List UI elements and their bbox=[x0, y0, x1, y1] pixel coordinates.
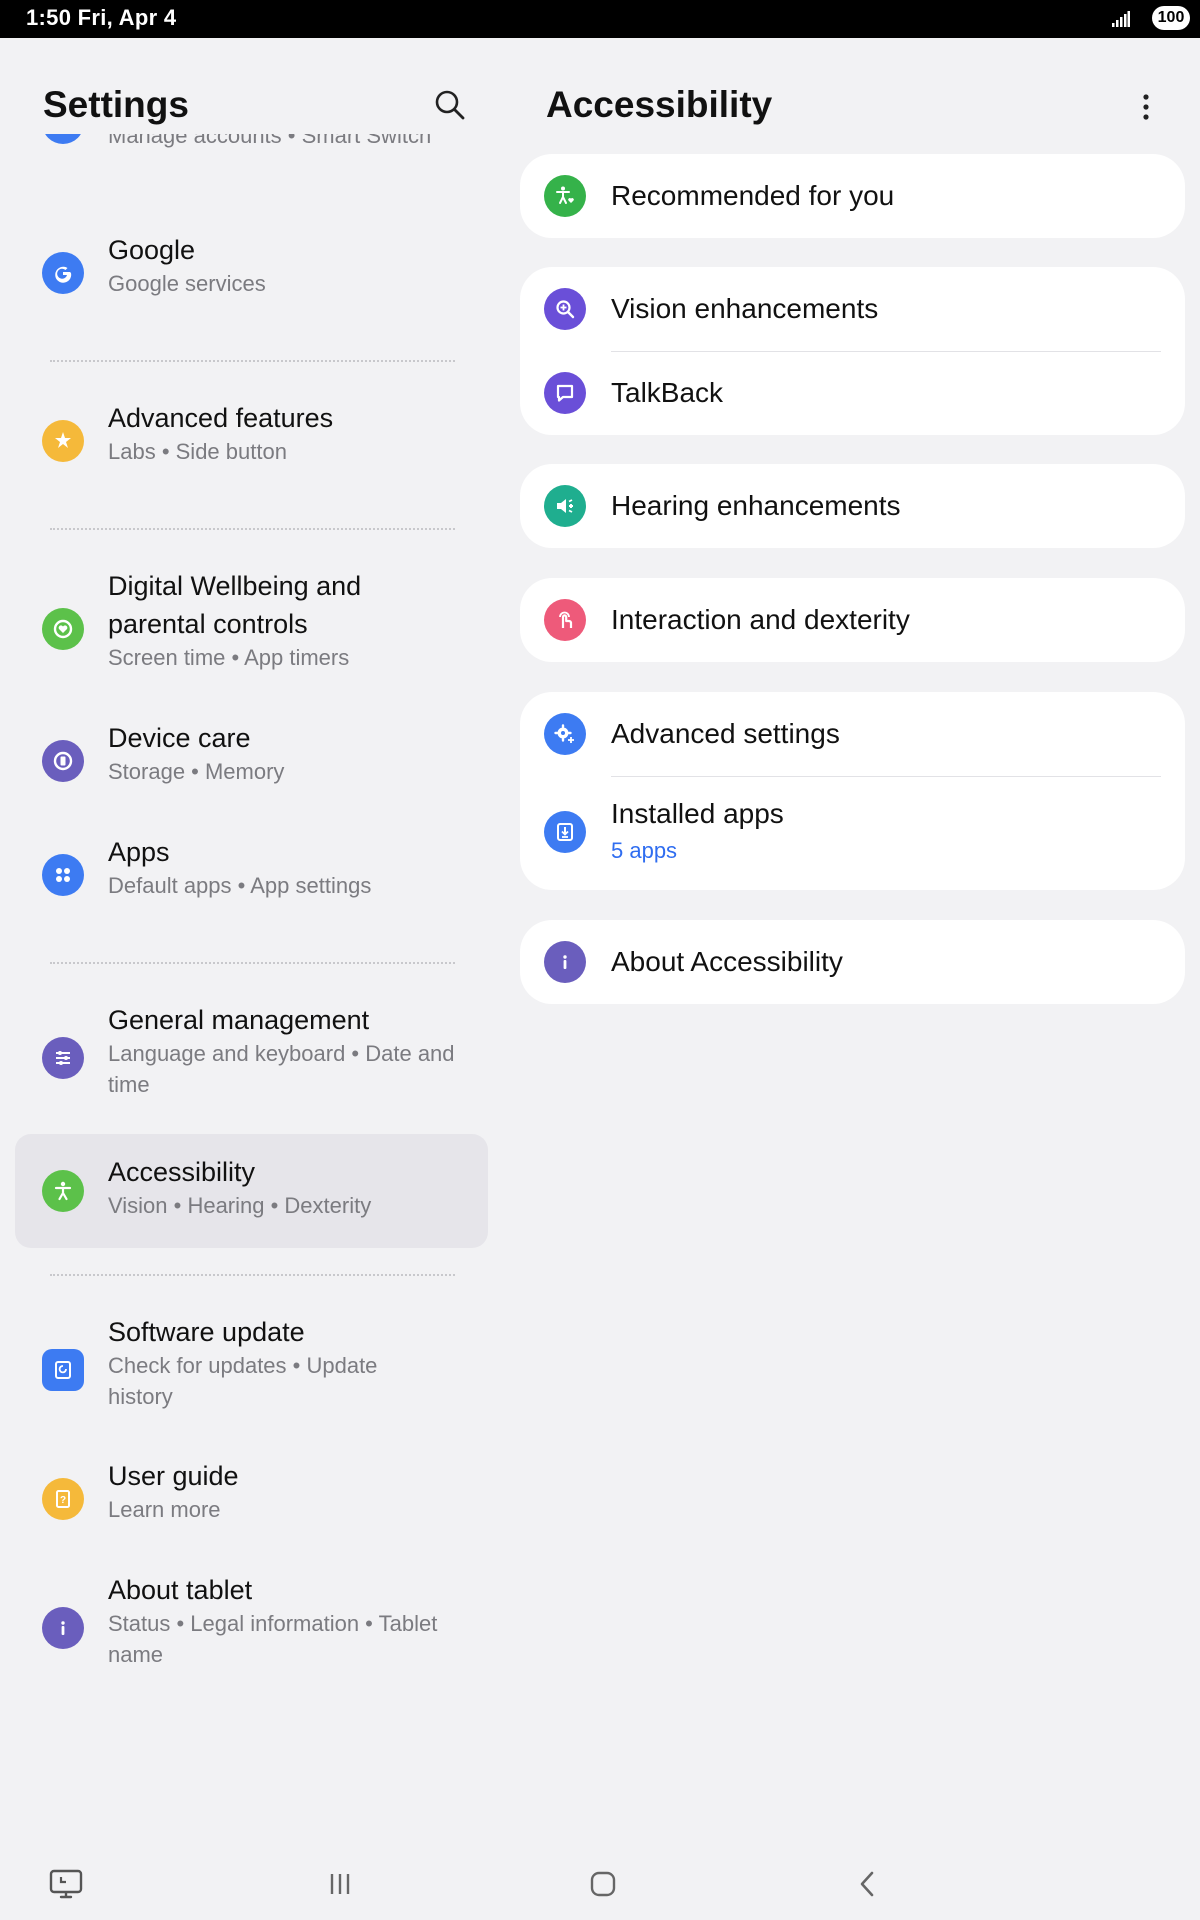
card-about: About Accessibility bbox=[520, 920, 1185, 1004]
settings-item-software-update[interactable]: Software update Check for updates • Upda… bbox=[15, 1306, 488, 1436]
home-icon[interactable] bbox=[583, 1866, 623, 1902]
row-label: Installed apps bbox=[611, 798, 784, 829]
advanced-features-icon bbox=[42, 420, 84, 462]
settings-item-subtitle: Language and keyboard • Date and time bbox=[108, 1041, 455, 1097]
advanced-settings-icon bbox=[544, 713, 586, 755]
hearing-icon bbox=[544, 485, 586, 527]
apps-icon bbox=[42, 854, 84, 896]
settings-item-accounts[interactable]: Manage accounts • Smart Switch bbox=[15, 134, 488, 204]
section-divider bbox=[50, 962, 455, 964]
screenshot-icon[interactable] bbox=[46, 1866, 86, 1902]
row-label: Interaction and dexterity bbox=[611, 604, 910, 635]
signal-icon bbox=[1112, 11, 1130, 27]
settings-item-subtitle: Storage • Memory bbox=[108, 759, 285, 784]
settings-item-title: Accessibility bbox=[108, 1157, 256, 1187]
row-about-accessibility[interactable]: About Accessibility bbox=[520, 920, 1185, 1004]
settings-item-subtitle: Default apps • App settings bbox=[108, 873, 372, 898]
status-bar: 1:50 Fri, Apr 4 100 bbox=[0, 0, 1200, 38]
settings-item-title: User guide bbox=[108, 1461, 239, 1491]
settings-item-subtitle: Google services bbox=[108, 271, 266, 296]
settings-item-subtitle: Manage accounts • Smart Switch bbox=[108, 134, 432, 148]
settings-item-title: Digital Wellbeing and parental controls bbox=[108, 571, 362, 639]
settings-item-about-tablet[interactable]: About tablet Status • Legal information … bbox=[15, 1564, 488, 1694]
back-icon[interactable] bbox=[847, 1866, 887, 1902]
row-sublabel: 5 apps bbox=[611, 838, 678, 863]
settings-list: Manage accounts • Smart Switch Google Go… bbox=[0, 134, 500, 1834]
row-installed-apps[interactable]: Installed apps 5 apps bbox=[520, 776, 1185, 890]
about-accessibility-icon bbox=[544, 941, 586, 983]
section-divider bbox=[50, 1274, 455, 1276]
settings-item-user-guide[interactable]: ? User guide Learn more bbox=[15, 1450, 488, 1550]
search-icon[interactable] bbox=[433, 88, 467, 122]
settings-item-apps[interactable]: Apps Default apps • App settings bbox=[15, 826, 488, 926]
row-recommended-for-you[interactable]: Recommended for you bbox=[520, 154, 1185, 238]
interaction-icon bbox=[544, 599, 586, 641]
settings-item-device-care[interactable]: Device care Storage • Memory bbox=[15, 712, 488, 812]
settings-item-title: General management bbox=[108, 1005, 370, 1035]
user-guide-icon: ? bbox=[42, 1478, 84, 1520]
more-options-icon[interactable] bbox=[1140, 90, 1152, 124]
row-interaction-and-dexterity[interactable]: Interaction and dexterity bbox=[520, 578, 1185, 662]
accessibility-icon bbox=[42, 1170, 84, 1212]
google-icon bbox=[42, 252, 84, 294]
settings-item-subtitle: Labs • Side button bbox=[108, 439, 287, 464]
card-recommended: Recommended for you bbox=[520, 154, 1185, 238]
row-talkback[interactable]: TalkBack bbox=[520, 351, 1185, 435]
card-hearing: Hearing enhancements bbox=[520, 464, 1185, 548]
row-hearing-enhancements[interactable]: Hearing enhancements bbox=[520, 464, 1185, 548]
card-interaction: Interaction and dexterity bbox=[520, 578, 1185, 662]
status-time: 1:50 Fri, Apr 4 bbox=[26, 5, 177, 30]
settings-item-subtitle: Check for updates • Update history bbox=[108, 1353, 378, 1409]
software-update-icon bbox=[42, 1349, 84, 1391]
row-label: TalkBack bbox=[611, 377, 724, 408]
settings-item-accessibility[interactable]: Accessibility Vision • Hearing • Dexteri… bbox=[15, 1134, 488, 1248]
accessibility-title: Accessibility bbox=[546, 84, 773, 125]
row-label: Advanced settings bbox=[611, 718, 840, 749]
accounts-icon bbox=[42, 134, 84, 144]
navigation-bar bbox=[0, 1848, 1200, 1920]
settings-item-advanced-features[interactable]: Advanced features Labs • Side button bbox=[15, 392, 488, 492]
settings-item-digital-wellbeing[interactable]: Digital Wellbeing and parental controls … bbox=[15, 560, 488, 700]
settings-item-title: Google bbox=[108, 235, 196, 265]
row-label: Vision enhancements bbox=[611, 293, 879, 324]
vision-icon bbox=[544, 288, 586, 330]
settings-item-title: Device care bbox=[108, 723, 251, 753]
wellbeing-icon bbox=[42, 608, 84, 650]
installed-apps-icon bbox=[544, 811, 586, 853]
section-divider bbox=[50, 528, 455, 530]
general-management-icon bbox=[42, 1037, 84, 1079]
settings-item-subtitle: Screen time • App timers bbox=[108, 645, 350, 670]
recents-icon[interactable] bbox=[320, 1866, 360, 1902]
svg-text:?: ? bbox=[60, 1495, 66, 1506]
settings-item-google[interactable]: Google Google services bbox=[15, 224, 488, 324]
settings-title: Settings bbox=[43, 84, 189, 125]
accessibility-pane: Accessibility Recommended for you Vision… bbox=[500, 38, 1200, 1848]
recommended-icon bbox=[544, 175, 586, 217]
settings-item-title: Apps bbox=[108, 837, 170, 867]
section-divider bbox=[50, 360, 455, 362]
about-tablet-icon bbox=[42, 1607, 84, 1649]
settings-item-title: Advanced features bbox=[108, 403, 334, 433]
settings-item-subtitle: Learn more bbox=[108, 1497, 221, 1522]
settings-item-general-management[interactable]: General management Language and keyboard… bbox=[15, 994, 488, 1124]
settings-item-subtitle: Status • Legal information • Tablet name bbox=[108, 1611, 438, 1667]
row-label: About Accessibility bbox=[611, 946, 843, 977]
settings-item-title: About tablet bbox=[108, 1575, 253, 1605]
talkback-icon bbox=[544, 372, 586, 414]
card-vision: Vision enhancements TalkBack bbox=[520, 267, 1185, 435]
battery-icon: 100 bbox=[1152, 6, 1190, 30]
row-label: Recommended for you bbox=[611, 180, 895, 211]
card-advanced: Advanced settings Installed apps 5 apps bbox=[520, 692, 1185, 890]
settings-item-subtitle: Vision • Hearing • Dexterity bbox=[108, 1193, 372, 1218]
row-label: Hearing enhancements bbox=[611, 490, 901, 521]
settings-item-title: Software update bbox=[108, 1317, 305, 1347]
row-vision-enhancements[interactable]: Vision enhancements bbox=[520, 267, 1185, 351]
device-care-icon bbox=[42, 740, 84, 782]
settings-pane: Settings Manage accounts • Smart Switch … bbox=[0, 38, 500, 1848]
row-advanced-settings[interactable]: Advanced settings bbox=[520, 692, 1185, 776]
